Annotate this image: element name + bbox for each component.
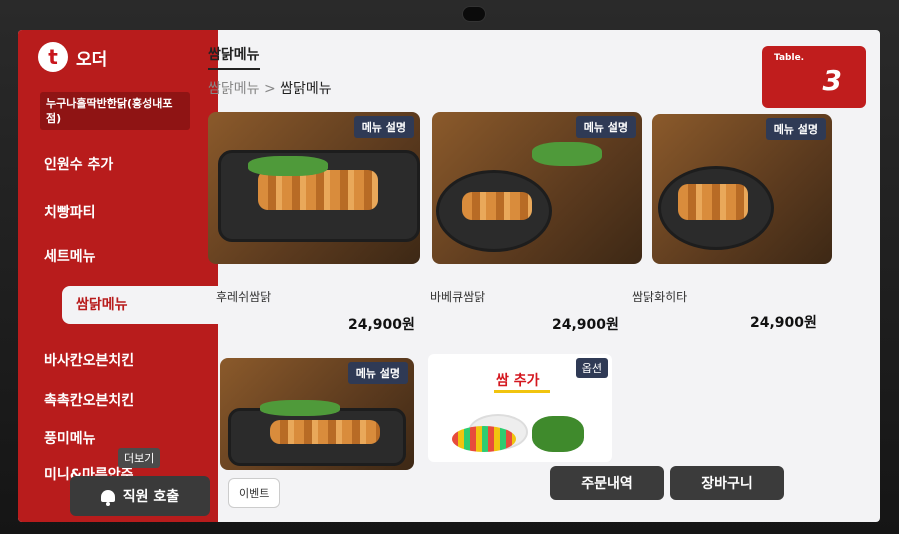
title-underline: [494, 390, 550, 393]
logo-t-icon: t: [38, 42, 68, 72]
sidebar: t 오더 누구나홀딱반한닭(홍성내포점) 인원수 추가 치빵파티 세트메뉴 쌈닭…: [18, 30, 222, 522]
staff-call-button[interactable]: 직원 호출: [70, 476, 210, 516]
cart-button[interactable]: 장바구니: [670, 466, 784, 500]
breadcrumb-parent[interactable]: 쌈닭메뉴: [208, 81, 260, 97]
add-ssam-title: 쌈 추가: [496, 373, 540, 389]
sidebar-item-set-menu[interactable]: 세트메뉴: [44, 246, 96, 266]
order-history-button[interactable]: 주문내역: [550, 466, 664, 500]
more-button[interactable]: 더보기: [118, 448, 161, 468]
kiosk-screen: t 오더 누구나홀딱반한닭(홍성내포점) 인원수 추가 치빵파티 세트메뉴 쌈닭…: [18, 30, 880, 522]
logo-text: 오더: [76, 49, 108, 70]
lettuce: [532, 142, 602, 166]
chicken-pieces: [678, 184, 748, 220]
store-name: 누구나홀딱반한닭(홍성내포점): [40, 92, 190, 130]
breadcrumb-current: 쌈닭메뉴: [280, 81, 332, 97]
app-logo: t 오더: [38, 42, 107, 72]
veggie-sticks: [248, 156, 328, 176]
product-image-ssamdak-fajita[interactable]: 메뉴 설명: [652, 114, 832, 264]
product-name: 쌈닭화히타: [632, 290, 688, 304]
veggie-garnish: [260, 400, 340, 416]
breadcrumb-separator: >: [263, 81, 276, 97]
table-badge: Table. 3: [762, 46, 866, 108]
veggie-plate: [452, 426, 516, 452]
sidebar-item-pungmi-menu[interactable]: 풍미메뉴: [44, 428, 96, 448]
bell-icon: [100, 490, 115, 506]
sidebar-item-add-people[interactable]: 인원수 추가: [44, 154, 113, 174]
page-title: 쌈닭메뉴: [208, 47, 260, 63]
product-price: 24,900원: [750, 315, 817, 331]
sidebar-item-chokchok-oven[interactable]: 촉촉칸오븐치킨: [44, 390, 134, 410]
product-image-ssamdak-4[interactable]: 메뉴 설명: [220, 358, 414, 470]
sidebar-item-chibbang-party[interactable]: 치빵파티: [44, 202, 96, 222]
product-name: 바베큐쌈닭: [430, 290, 486, 304]
chicken-pieces: [462, 192, 532, 220]
product-image-fresh-ssamdak[interactable]: 메뉴 설명: [208, 112, 420, 264]
menu-desc-button[interactable]: 메뉴 설명: [353, 116, 414, 138]
menu-desc-button[interactable]: 메뉴 설명: [575, 116, 636, 138]
menu-desc-button[interactable]: 메뉴 설명: [347, 362, 408, 384]
event-button[interactable]: 이벤트: [228, 478, 281, 508]
camera-icon: [462, 6, 486, 22]
chicken-strips: [258, 170, 378, 210]
add-ssam-card[interactable]: 옵션 쌈 추가: [428, 354, 612, 462]
table-number: 3: [822, 64, 842, 97]
menu-desc-button[interactable]: 메뉴 설명: [765, 118, 826, 140]
sidebar-item-basakan-oven[interactable]: 바사칸오븐치킨: [44, 350, 134, 370]
option-badge[interactable]: 옵션: [575, 358, 608, 378]
title-underline: [208, 68, 260, 70]
product-name: 후레쉬쌈닭: [216, 290, 272, 304]
breadcrumb: 쌈닭메뉴 > 쌈닭메뉴: [208, 78, 332, 98]
product-image-bbq-ssamdak[interactable]: 메뉴 설명: [432, 112, 642, 264]
lettuce-leaf: [532, 416, 584, 452]
chicken-skewers: [270, 420, 380, 444]
staff-call-label: 직원 호출: [122, 489, 180, 505]
sidebar-item-ssamdak-menu[interactable]: 쌈닭메뉴: [62, 286, 222, 324]
product-price: 24,900원: [552, 317, 619, 333]
product-price: 24,900원: [348, 317, 415, 333]
table-label: Table.: [774, 53, 805, 63]
